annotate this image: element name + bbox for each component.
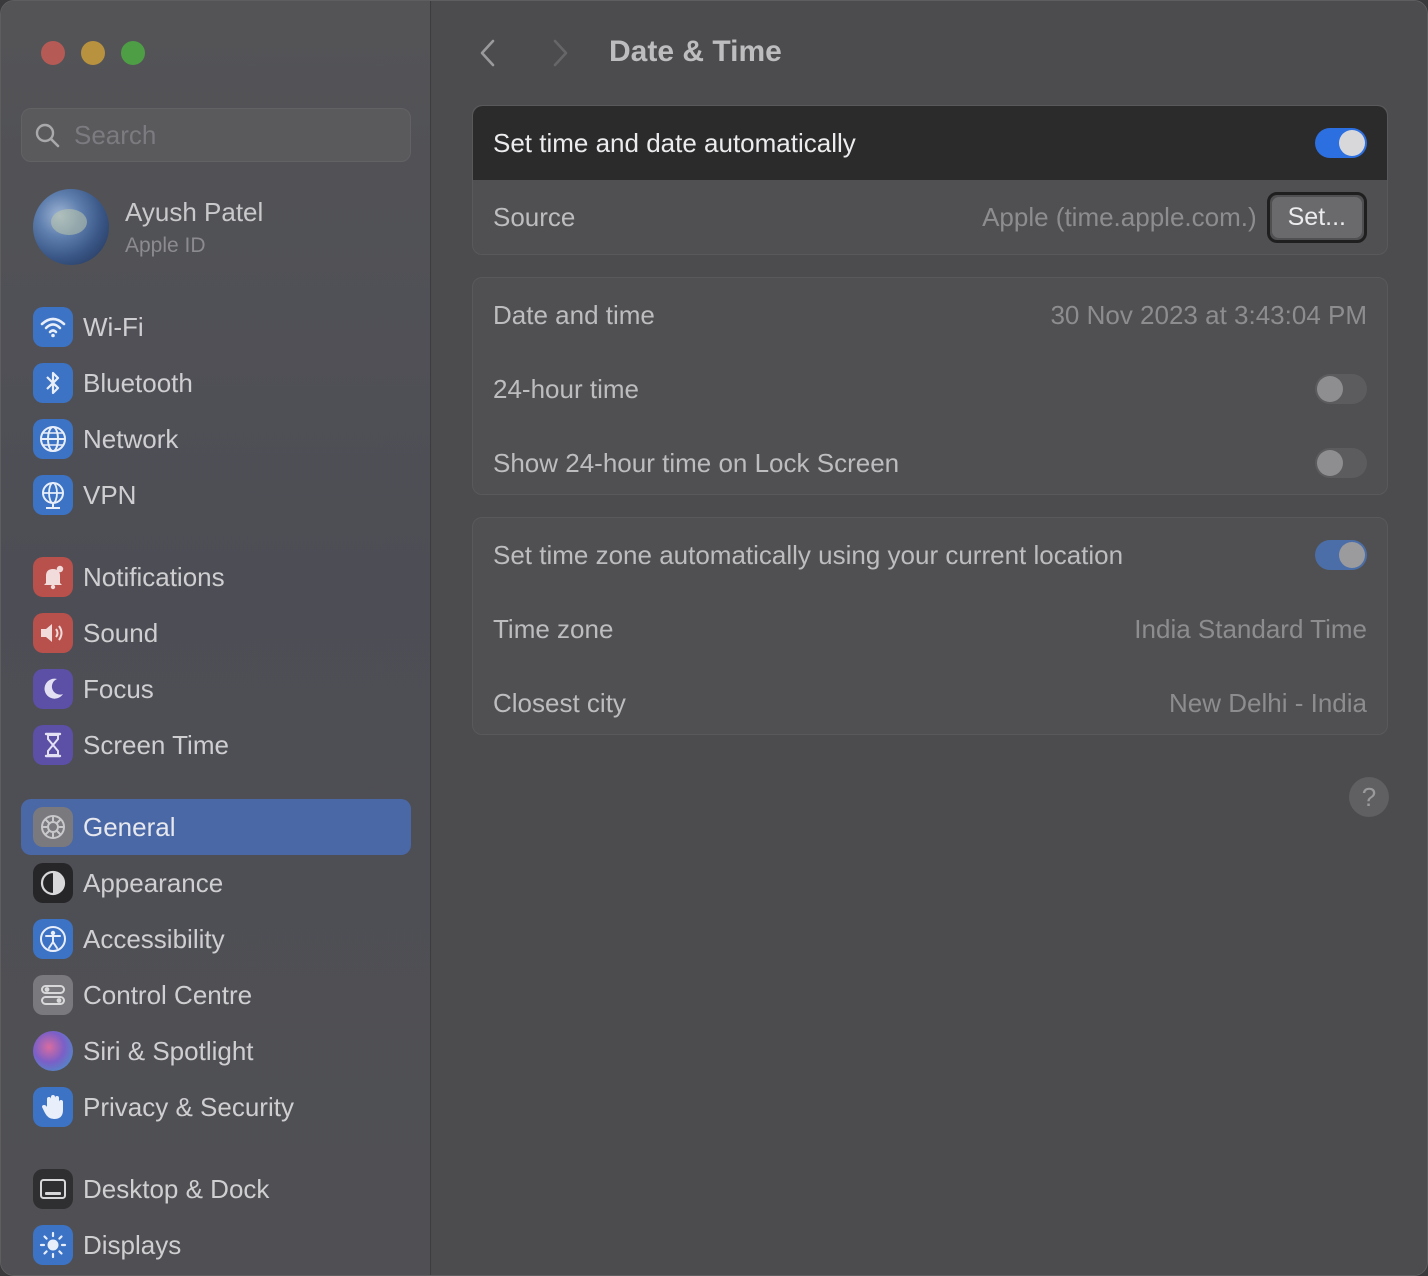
sidebar-item-desktop-dock[interactable]: Desktop & Dock: [21, 1161, 411, 1217]
avatar: [33, 189, 109, 265]
sidebar-item-label: Control Centre: [83, 979, 253, 1010]
globe-icon: [33, 419, 73, 459]
sidebar-item-label: Screen Time: [83, 729, 229, 760]
sidebar-item-label: Notifications: [83, 561, 225, 592]
sidebar-item-control-centre[interactable]: Control Centre: [21, 967, 411, 1023]
sidebar-item-label: Sound: [83, 617, 159, 648]
back-button[interactable]: [468, 31, 508, 75]
set-source-button[interactable]: Set...: [1271, 196, 1362, 238]
sidebar-item-screen-time[interactable]: Screen Time: [21, 717, 411, 773]
date-time-row: Date and time 30 Nov 2023 at 3:43:04 PM: [473, 278, 1387, 352]
search-input[interactable]: [74, 119, 394, 151]
minimize-window-button[interactable]: [81, 41, 105, 65]
appearance-icon: [33, 863, 73, 903]
sidebar-item-label: Network: [83, 423, 179, 454]
sidebar-item-label: Accessibility: [83, 923, 225, 954]
profile-name: Ayush Patel: [125, 196, 264, 227]
vpn-globe-icon: [33, 475, 73, 515]
sidebar-item-displays[interactable]: Displays: [21, 1217, 411, 1273]
sidebar-item-network[interactable]: Network: [21, 411, 411, 467]
auto-time-toggle[interactable]: [1315, 128, 1367, 158]
hour24-label: 24-hour time: [493, 373, 639, 404]
sidebar-item-label: Displays: [83, 1229, 182, 1260]
sidebar-item-wifi[interactable]: Wi-Fi: [21, 299, 411, 355]
hourglass-icon: [33, 725, 73, 765]
sidebar-item-general[interactable]: General: [21, 799, 411, 855]
time-zone-value: India Standard Time: [1134, 613, 1367, 644]
sidebar-item-label: Wi-Fi: [83, 311, 144, 342]
wifi-icon: [33, 307, 73, 347]
profile-subtitle: Apple ID: [125, 233, 206, 257]
hour24-row: 24-hour time: [473, 352, 1387, 426]
sidebar: Ayush Patel Apple ID Wi-Fi Bluetooth Net…: [1, 1, 431, 1275]
time-zone-label: Time zone: [493, 613, 614, 644]
auto-tz-toggle[interactable]: [1315, 540, 1367, 570]
sidebar-item-label: Appearance: [83, 867, 224, 898]
main-pane: Date & Time Set time and date automatica…: [432, 1, 1427, 1275]
source-row: Source Apple (time.apple.com.) Set...: [473, 180, 1387, 254]
sidebar-item-label: Bluetooth: [83, 367, 193, 398]
window-controls: [41, 41, 145, 65]
forward-button[interactable]: [540, 31, 580, 75]
sidebar-item-vpn[interactable]: VPN: [21, 467, 411, 523]
search-icon: [35, 123, 60, 148]
sidebar-item-label: Desktop & Dock: [83, 1173, 270, 1204]
auto-time-group: Set time and date automatically Source A…: [472, 105, 1388, 255]
sidebar-item-focus[interactable]: Focus: [21, 661, 411, 717]
date-time-label: Date and time: [493, 299, 655, 330]
closest-city-value: New Delhi - India: [1169, 687, 1367, 718]
sidebar-item-label: Privacy & Security: [83, 1091, 294, 1122]
time-format-group: Date and time 30 Nov 2023 at 3:43:04 PM …: [472, 277, 1388, 495]
date-time-value[interactable]: 30 Nov 2023 at 3:43:04 PM: [1050, 300, 1367, 331]
help-button[interactable]: ?: [1349, 777, 1389, 817]
siri-icon: [33, 1031, 73, 1071]
bell-icon: [33, 557, 73, 597]
chevron-left-icon: [480, 39, 495, 67]
zoom-window-button[interactable]: [121, 41, 145, 65]
closest-city-row: Closest city New Delhi - India: [473, 666, 1387, 740]
auto-tz-label: Set time zone automatically using your c…: [493, 539, 1124, 570]
time-zone-row: Time zone India Standard Time: [473, 592, 1387, 666]
auto-tz-row: Set time zone automatically using your c…: [473, 518, 1387, 592]
lock-hour24-label: Show 24-hour time on Lock Screen: [493, 447, 900, 478]
sidebar-item-notifications[interactable]: Notifications: [21, 549, 411, 605]
sidebar-item-siri-spotlight[interactable]: Siri & Spotlight: [21, 1023, 411, 1079]
hour24-toggle[interactable]: [1315, 374, 1367, 404]
apple-id-profile[interactable]: Ayush Patel Apple ID: [33, 189, 263, 265]
chevron-right-icon: [553, 39, 568, 67]
sidebar-item-label: VPN: [83, 479, 137, 510]
sidebar-item-sound[interactable]: Sound: [21, 605, 411, 661]
sidebar-item-appearance[interactable]: Appearance: [21, 855, 411, 911]
source-value: Apple (time.apple.com.): [982, 201, 1257, 232]
gear-icon: [33, 807, 73, 847]
hand-icon: [33, 1087, 73, 1127]
accessibility-icon: [33, 919, 73, 959]
page-title: Date & Time: [609, 35, 782, 68]
dock-icon: [33, 1169, 73, 1209]
sidebar-item-accessibility[interactable]: Accessibility: [21, 911, 411, 967]
auto-time-row: Set time and date automatically: [473, 106, 1387, 180]
sidebar-item-label: General: [83, 811, 176, 842]
speaker-icon: [33, 613, 73, 653]
sidebar-item-label: Siri & Spotlight: [83, 1035, 254, 1066]
sidebar-item-privacy-security[interactable]: Privacy & Security: [21, 1079, 411, 1135]
bluetooth-icon: [33, 363, 73, 403]
sun-icon: [33, 1225, 73, 1265]
closest-city-label: Closest city: [493, 687, 626, 718]
time-zone-group: Set time zone automatically using your c…: [472, 517, 1388, 735]
search-box[interactable]: [21, 108, 411, 162]
sidebar-item-label: Focus: [83, 673, 154, 704]
lock-hour24-row: Show 24-hour time on Lock Screen: [473, 426, 1387, 500]
lock-hour24-toggle[interactable]: [1315, 448, 1367, 478]
auto-time-label: Set time and date automatically: [493, 127, 856, 158]
close-window-button[interactable]: [41, 41, 65, 65]
source-label: Source: [493, 201, 576, 232]
moon-icon: [33, 669, 73, 709]
sidebar-item-bluetooth[interactable]: Bluetooth: [21, 355, 411, 411]
control-centre-icon: [33, 975, 73, 1015]
settings-window: Ayush Patel Apple ID Wi-Fi Bluetooth Net…: [0, 0, 1428, 1276]
